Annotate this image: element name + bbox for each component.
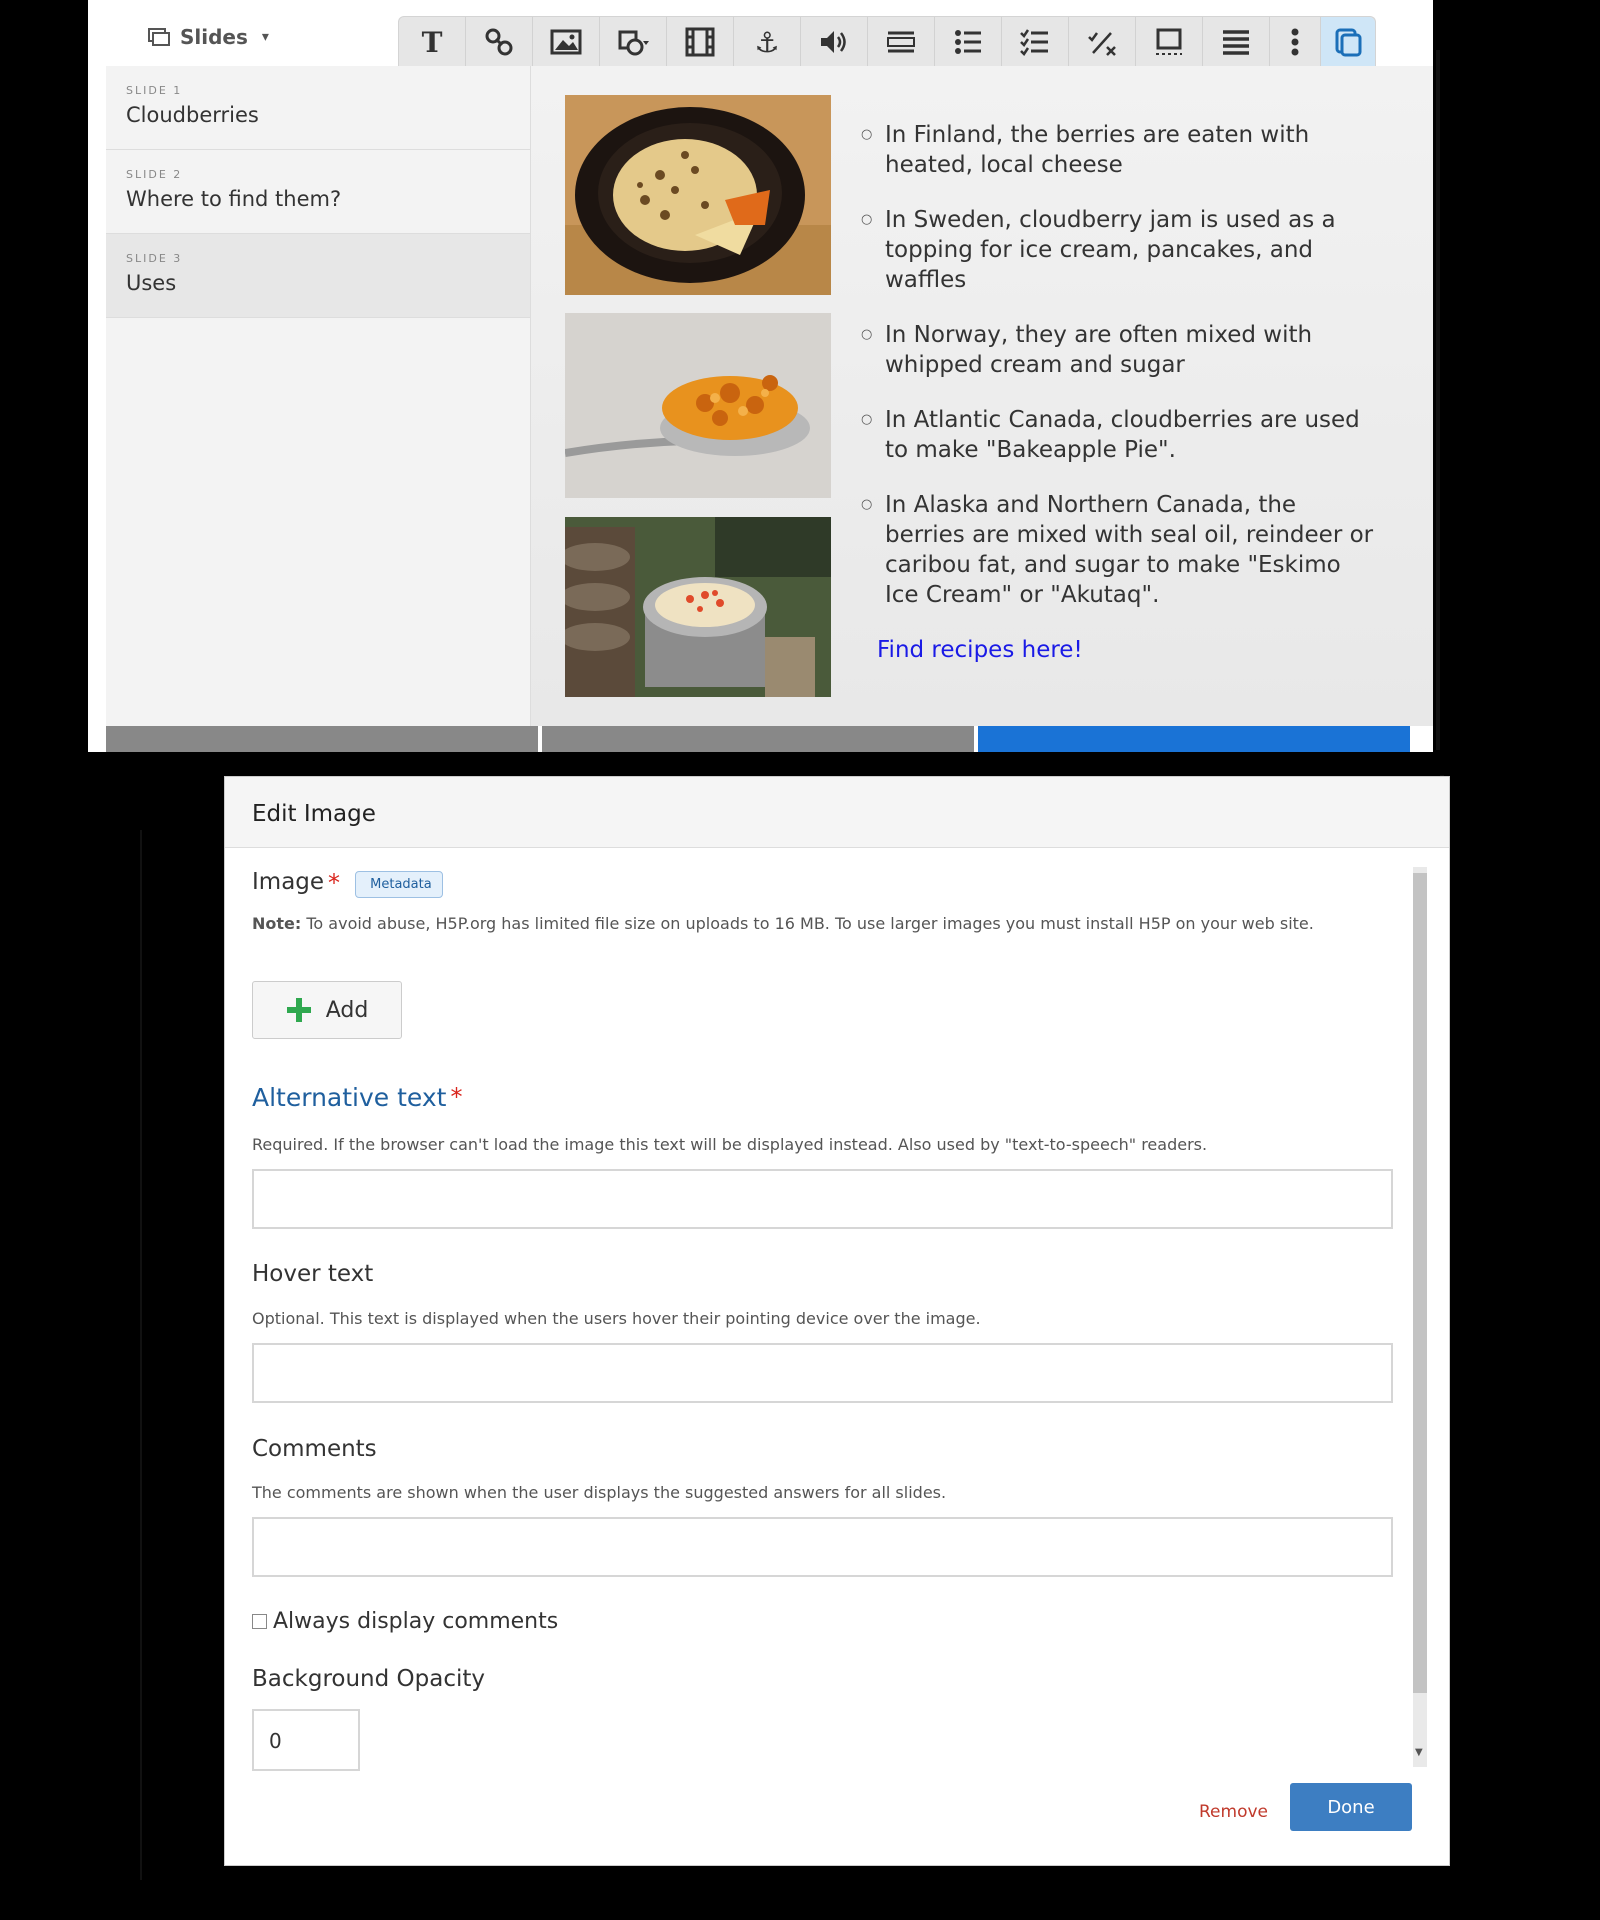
drag-text-icon[interactable] [1136, 17, 1203, 67]
bullet-item: In Alaska and Northern Canada, the berri… [861, 490, 1381, 610]
required-mark: * [328, 869, 341, 897]
frame-line [140, 830, 142, 1880]
alt-text-input[interactable] [252, 1169, 1393, 1229]
scroll-down-icon[interactable]: ▼ [1415, 1747, 1423, 1758]
text-icon[interactable]: T [399, 17, 466, 67]
bottom-bar-right[interactable] [978, 726, 1410, 752]
done-button[interactable]: Done [1290, 1783, 1412, 1831]
upload-note: Note: To avoid abuse, H5P.org has limite… [252, 913, 1396, 934]
dialog-scrollbar[interactable] [1413, 867, 1427, 1767]
metadata-button[interactable]: Metadata [355, 871, 443, 898]
bottom-bar-middle[interactable] [542, 726, 974, 752]
toolbar: T ⚓ [398, 16, 1376, 67]
slide-number: SLIDE 1 [126, 84, 183, 97]
slide-title: Uses [126, 271, 177, 295]
add-label: Add [325, 997, 369, 1023]
photo-jam-spoon[interactable] [565, 313, 831, 498]
slide-number: SLIDE 3 [126, 252, 183, 265]
background-opacity-label: Background Opacity [252, 1666, 485, 1692]
bullet-item: In Atlantic Canada, cloudberries are use… [861, 405, 1381, 465]
slides-icon [148, 28, 170, 46]
true-false-icon[interactable] [1069, 17, 1136, 67]
bullet-item: In Norway, they are often mixed with whi… [861, 320, 1381, 380]
audio-icon[interactable] [801, 17, 868, 67]
slide-title: Cloudberries [126, 103, 259, 127]
more-icon[interactable] [1270, 17, 1321, 67]
alt-text-label: Alternative text [252, 1083, 447, 1112]
video-icon[interactable] [667, 17, 734, 67]
comments-label: Comments [252, 1436, 377, 1462]
comments-input[interactable] [252, 1517, 1393, 1577]
slide-number: SLIDE 2 [126, 168, 183, 181]
editor-topbar: Slides ▾ T ⚓ [88, 0, 1433, 67]
note-bold: Note: [252, 914, 302, 933]
slide-item-1[interactable]: SLIDE 1 Cloudberries [106, 66, 530, 150]
slides-menu-button[interactable]: Slides ▾ [148, 20, 269, 54]
comments-description: The comments are shown when the user dis… [252, 1483, 947, 1502]
slides-editor: Slides ▾ T ⚓ SLIDE 1 Cloudberries SLIDE … [88, 0, 1433, 752]
background-opacity-input[interactable]: 0 [252, 1709, 360, 1771]
find-recipes-link[interactable]: Find recipes here! [877, 635, 1381, 665]
always-display-checkbox[interactable] [252, 1614, 267, 1629]
multi-choice-icon[interactable] [1002, 17, 1069, 67]
dialog-title: Edit Image [252, 801, 376, 827]
bullet-item: In Sweden, cloudberry jam is used as a t… [861, 205, 1381, 295]
paste-icon[interactable] [1321, 17, 1375, 67]
single-choice-icon[interactable] [935, 17, 1002, 67]
shapes-icon[interactable] [600, 17, 667, 67]
slides-menu-label: Slides [180, 25, 248, 49]
frame-line [1436, 50, 1440, 750]
fill-in-blanks-icon[interactable] [868, 17, 935, 67]
hover-text-description: Optional. This text is displayed when th… [252, 1309, 981, 1328]
bullet-item: In Finland, the berries are eaten with h… [861, 120, 1381, 180]
slide-item-3[interactable]: SLIDE 3 Uses [106, 234, 530, 318]
hover-text-input[interactable] [252, 1343, 1393, 1403]
edit-image-dialog: Edit Image Image * Metadata Note: To avoi… [224, 776, 1450, 1866]
image-icon[interactable] [533, 17, 600, 67]
summary-icon[interactable] [1203, 17, 1270, 67]
anchor-icon[interactable]: ⚓ [734, 17, 801, 67]
slide-title: Where to find them? [126, 187, 342, 211]
photo-camp-pot[interactable] [565, 517, 831, 697]
always-display-label: Always display comments [273, 1609, 559, 1634]
note-text: To avoid abuse, H5P.org has limited file… [301, 914, 1314, 933]
image-label: Image [252, 869, 325, 895]
slide-item-2[interactable]: SLIDE 2 Where to find them? [106, 150, 530, 234]
alt-text-description: Required. If the browser can't load the … [252, 1135, 1208, 1154]
add-image-button[interactable]: Add [252, 981, 402, 1039]
dialog-header: Edit Image [225, 777, 1449, 848]
required-mark: * [450, 1083, 463, 1111]
remove-button[interactable]: Remove [1199, 1802, 1268, 1822]
hover-text-label: Hover text [252, 1261, 374, 1287]
bottom-bar-left[interactable] [106, 726, 538, 752]
caret-down-icon: ▾ [261, 29, 269, 45]
bottom-bars [106, 726, 1433, 752]
link-icon[interactable] [466, 17, 533, 67]
slide-list: SLIDE 1 Cloudberries SLIDE 2 Where to fi… [106, 66, 531, 752]
bullet-list: In Finland, the berries are eaten with h… [861, 120, 1381, 665]
plus-icon [286, 998, 311, 1022]
slide-canvas: In Finland, the berries are eaten with h… [531, 66, 1433, 726]
photo-cheese-plate[interactable] [565, 95, 831, 295]
scroll-thumb[interactable] [1413, 873, 1427, 1693]
